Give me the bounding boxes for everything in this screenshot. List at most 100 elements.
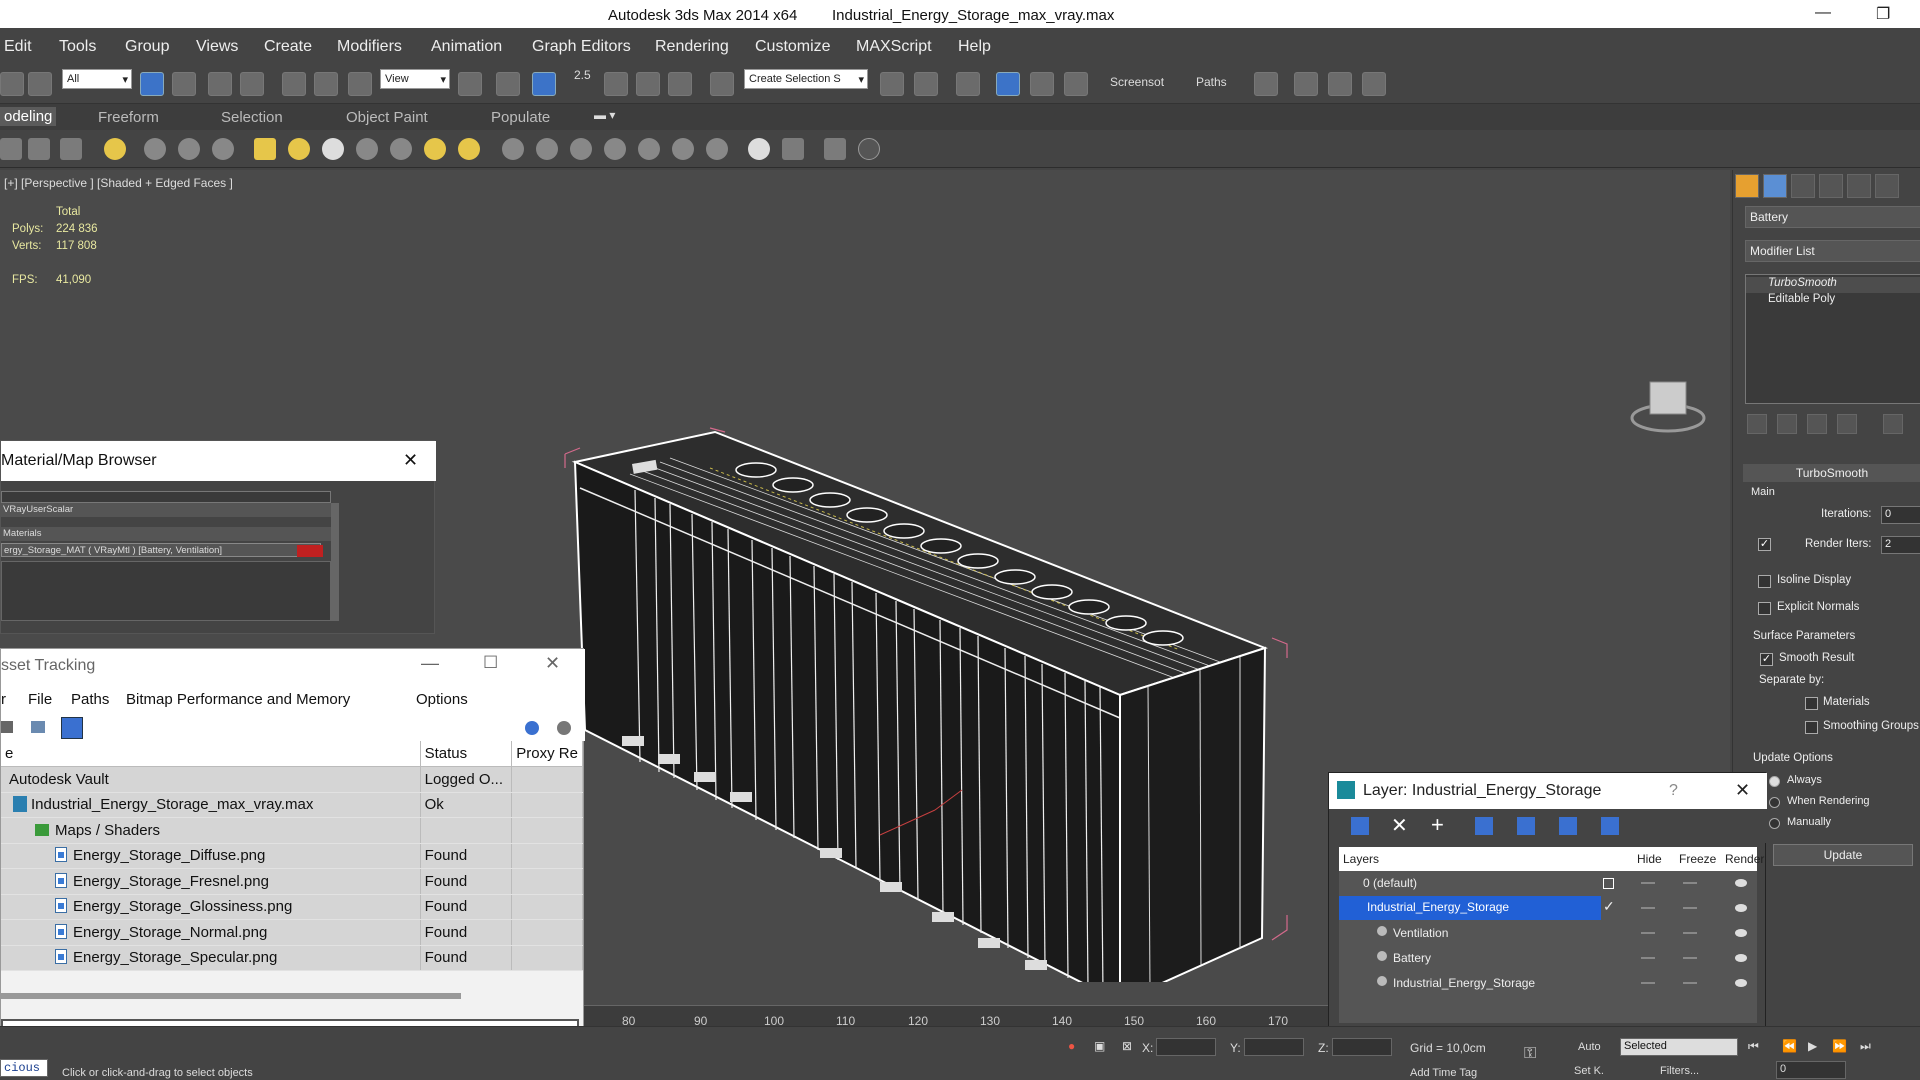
utilities-tab-icon[interactable]	[1875, 174, 1899, 198]
select-objects-icon[interactable]	[1475, 817, 1493, 835]
keyboard-shortcut-icon[interactable]	[532, 72, 556, 96]
at-menu-server[interactable]: r	[1, 691, 6, 708]
menu-animation[interactable]: Animation	[431, 38, 502, 56]
table-row[interactable]: Energy_Storage_Fresnel.png Found	[1, 868, 583, 895]
at-menu-paths[interactable]: Paths	[71, 691, 109, 708]
absolute-mode-icon[interactable]: ⊠	[1122, 1039, 1132, 1053]
viewport-label[interactable]: [+] [Perspective ] [Shaded + Edged Faces…	[4, 176, 233, 190]
at-options-icon[interactable]	[557, 721, 571, 735]
window-crossing-icon[interactable]	[240, 72, 264, 96]
modify-tab-icon[interactable]	[1763, 174, 1787, 198]
table-row[interactable]: Autodesk Vault Logged O...	[1, 766, 583, 793]
y-coord-field[interactable]	[1244, 1038, 1304, 1056]
add-time-tag[interactable]: Add Time Tag	[1410, 1067, 1477, 1079]
dome-icon[interactable]	[288, 138, 310, 160]
create-tab-icon[interactable]	[1735, 174, 1759, 198]
ref-coord-dropdown[interactable]: View	[380, 69, 450, 89]
layer-title-bar[interactable]: Layer: Industrial_Energy_Storage ? ✕	[1329, 773, 1767, 809]
spinner-icon[interactable]	[144, 138, 166, 160]
menu-customize[interactable]: Customize	[755, 38, 831, 56]
render-teapot-icon[interactable]	[1735, 904, 1747, 912]
mmb-scrollbar[interactable]	[331, 503, 339, 621]
viewcube-icon[interactable]	[1649, 381, 1687, 415]
remove-modifier-icon[interactable]	[1837, 414, 1857, 434]
create-layer-icon[interactable]	[1351, 817, 1369, 835]
menu-group[interactable]: Group	[125, 38, 169, 56]
freeze-toggle[interactable]	[1683, 957, 1697, 959]
hide-toggle[interactable]	[1641, 882, 1655, 884]
at-menu-options[interactable]: Options	[416, 691, 468, 708]
col-name[interactable]: e	[1, 741, 421, 767]
cone-icon[interactable]	[390, 138, 412, 160]
list-icon[interactable]	[28, 138, 50, 160]
curve-editor-icon[interactable]	[1030, 72, 1054, 96]
at-maximize-button[interactable]: ☐	[483, 653, 498, 673]
explicit-normals-checkbox[interactable]	[1758, 602, 1771, 615]
schematic-view-icon[interactable]	[1064, 72, 1088, 96]
mmb-row-energy-storage-mat[interactable]: ergy_Storage_MAT ( VRayMtl ) [Battery, V…	[1, 543, 321, 557]
when-rendering-radio[interactable]	[1769, 797, 1780, 808]
stack-item-turbosmooth[interactable]: TurboSmooth	[1746, 277, 1920, 293]
smooth-result-checkbox[interactable]: ✓	[1760, 653, 1773, 666]
auto-key-button[interactable]: Auto	[1578, 1041, 1601, 1053]
menu-graph-editors[interactable]: Graph Editors	[532, 38, 631, 56]
edit-named-sel-icon[interactable]	[710, 72, 734, 96]
selection-filter-dropdown[interactable]: All	[62, 69, 132, 89]
add-to-layer-icon[interactable]: +	[1431, 812, 1444, 838]
freeze-toggle[interactable]	[1683, 932, 1697, 934]
material-editor-icon[interactable]	[1254, 72, 1278, 96]
export-icon[interactable]	[824, 138, 846, 160]
render-teapot-icon[interactable]	[1735, 879, 1747, 887]
angle-snap-icon[interactable]	[604, 72, 628, 96]
rectangular-selection-icon[interactable]	[208, 72, 232, 96]
render-teapot-icon[interactable]	[1735, 954, 1747, 962]
col-status[interactable]: Status	[420, 741, 513, 767]
hierarchy-tab-icon[interactable]	[1791, 174, 1815, 198]
table-row[interactable]: Energy_Storage_Diffuse.png Found	[1, 843, 583, 869]
select-object-icon[interactable]	[140, 72, 164, 96]
frame-buffer-icon[interactable]	[782, 138, 804, 160]
lock-icon[interactable]: ▣	[1094, 1039, 1105, 1053]
hide-toggle[interactable]	[1641, 932, 1655, 934]
render-sphere-icon[interactable]	[748, 138, 770, 160]
orbit-icon[interactable]	[706, 138, 728, 160]
materials-checkbox[interactable]	[1805, 697, 1818, 710]
layer-help-button[interactable]: ?	[1669, 782, 1678, 800]
at-help-icon[interactable]	[525, 721, 539, 735]
update-button[interactable]: Update	[1773, 844, 1913, 866]
sun-icon[interactable]	[424, 138, 446, 160]
at-minimize-button[interactable]: —	[421, 653, 439, 674]
x-coord-field[interactable]	[1156, 1038, 1216, 1056]
at-title-bar[interactable]: sset Tracking — ☐ ✕	[1, 649, 585, 685]
layer-row[interactable]: 0 (default)	[1339, 871, 1757, 896]
render-production-icon[interactable]	[1362, 72, 1386, 96]
z-coord-field[interactable]	[1332, 1038, 1392, 1056]
plane-icon[interactable]	[254, 138, 276, 160]
tab-populate[interactable]: Populate	[491, 109, 550, 126]
layer-row[interactable]: Industrial_Energy_Storage	[1339, 971, 1757, 996]
goto-end-icon[interactable]: ⏭	[1860, 1039, 1871, 1054]
ribbon-options-icon[interactable]: ▬ ▾	[594, 108, 615, 122]
fur-icon[interactable]	[536, 138, 558, 160]
smoothing-groups-checkbox[interactable]	[1805, 721, 1818, 734]
table-row[interactable]: Energy_Storage_Specular.png Found	[1, 945, 583, 971]
sphere-icon[interactable]	[322, 138, 344, 160]
timeline[interactable]: 80 90 100 110 120 130 140 150 160 170	[584, 982, 1328, 1028]
freeze-all-icon[interactable]	[1601, 817, 1619, 835]
always-radio[interactable]	[1769, 776, 1780, 787]
goto-start-icon[interactable]: ⏮	[1748, 1039, 1759, 1054]
configure-sets-icon[interactable]	[1883, 414, 1903, 434]
layer-row[interactable]: Ventilation	[1339, 921, 1757, 946]
render-iters-checkbox[interactable]: ✓	[1758, 538, 1771, 551]
minimize-button[interactable]: —	[1815, 4, 1831, 22]
prev-frame-icon[interactable]: ⏪	[1782, 1039, 1797, 1053]
table-view-icon[interactable]	[31, 721, 45, 733]
at-close-button[interactable]: ✕	[545, 653, 560, 674]
hide-toggle[interactable]	[1641, 907, 1655, 909]
menu-create[interactable]: Create	[264, 38, 312, 56]
mmb-group-materials[interactable]: Materials	[1, 527, 331, 541]
restore-button[interactable]: ❐	[1876, 4, 1890, 24]
object-name-field[interactable]: Battery	[1745, 206, 1920, 228]
mirror-icon[interactable]	[880, 72, 904, 96]
link-icon[interactable]	[0, 72, 24, 96]
